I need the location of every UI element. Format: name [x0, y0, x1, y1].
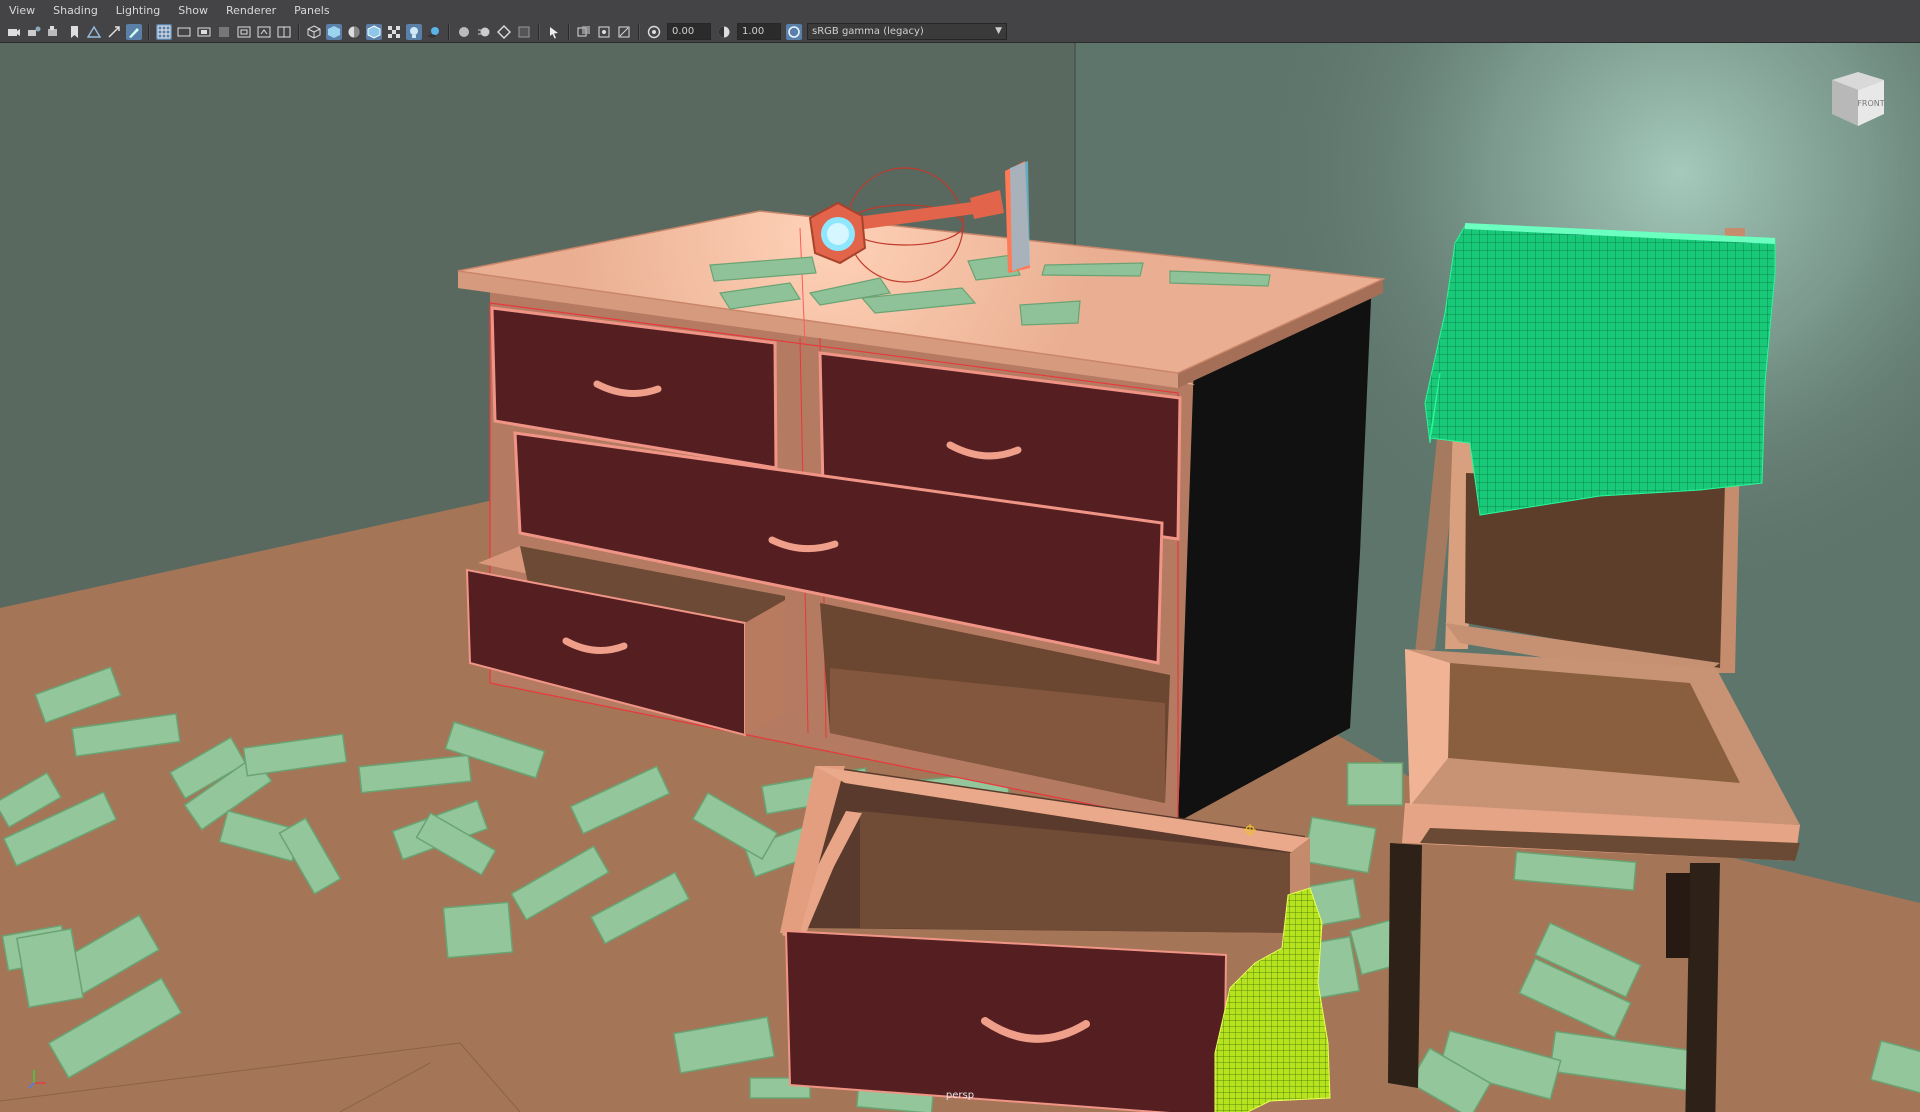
toolbar-separator [538, 23, 540, 40]
paper-sheet [442, 901, 514, 959]
bookmark-icon[interactable] [66, 24, 82, 40]
toolbar-separator [448, 23, 450, 40]
panel-menu-bar: View Shading Lighting Show Renderer Pane… [0, 0, 1920, 22]
shadows-icon[interactable] [426, 24, 442, 40]
viewcube-front-label: FRONT [1857, 99, 1884, 108]
field-chart-icon[interactable] [236, 24, 252, 40]
toolbar-separator [298, 23, 300, 40]
bookmark-camera-icon[interactable] [46, 24, 62, 40]
depth-of-field-icon[interactable] [516, 24, 532, 40]
smooth-shade-icon[interactable] [326, 23, 342, 40]
exposure-icon[interactable] [646, 24, 662, 40]
axis-gizmo [28, 1070, 46, 1089]
wireframe-on-shaded-icon[interactable] [366, 23, 382, 40]
default-material-icon[interactable] [346, 24, 362, 40]
gate-mask-icon[interactable] [216, 24, 232, 40]
lights-icon[interactable] [406, 23, 422, 40]
anti-aliasing-icon[interactable] [496, 24, 512, 40]
menu-view[interactable]: View [0, 0, 44, 21]
gamma-icon[interactable] [716, 24, 732, 40]
paper-sheet [1346, 762, 1404, 806]
panel-toolbar: 0.00 1.00 sRGB gamma (legacy) ▼ [0, 21, 1920, 43]
camera-name-label: persp [945, 1090, 975, 1101]
toolbar-separator [638, 23, 640, 40]
safe-action-icon[interactable] [256, 24, 272, 40]
xray-icon[interactable] [576, 24, 592, 40]
menu-lighting[interactable]: Lighting [107, 0, 169, 21]
isolate-select-icon[interactable] [546, 24, 562, 40]
color-management-icon[interactable] [786, 23, 802, 40]
wireframe-icon[interactable] [306, 24, 322, 40]
chevron-down-icon: ▼ [995, 26, 1002, 36]
toolbar-separator [148, 23, 150, 40]
view-transform-dropdown[interactable]: sRGB gamma (legacy) ▼ [807, 23, 1007, 40]
grid-icon[interactable] [156, 23, 172, 40]
view-cube[interactable]: FRONT [1828, 68, 1888, 128]
cloth-draped-on-chair [1424, 223, 1776, 516]
image-plane-icon[interactable] [86, 24, 102, 40]
motion-blur-icon[interactable] [476, 24, 492, 40]
menu-shading[interactable]: Shading [44, 0, 107, 21]
xray-joints-icon[interactable] [616, 24, 632, 40]
menu-renderer[interactable]: Renderer [217, 0, 285, 21]
film-gate-icon[interactable] [176, 24, 192, 40]
toolbar-separator [568, 23, 570, 40]
gamma-field[interactable]: 1.00 [737, 23, 781, 40]
2d-pan-zoom-icon[interactable] [106, 24, 122, 40]
textured-icon[interactable] [386, 24, 402, 40]
menu-show[interactable]: Show [169, 0, 217, 21]
select-camera-icon[interactable] [6, 24, 22, 40]
screen-space-ao-icon[interactable] [456, 24, 472, 40]
exposure-field[interactable]: 0.00 [667, 23, 711, 40]
scene-render [0, 43, 1920, 1112]
camera-attributes-icon[interactable] [26, 24, 42, 40]
3d-viewport[interactable]: FRONT persp [0, 43, 1920, 1112]
grease-pencil-icon[interactable] [126, 23, 142, 40]
xray-active-components-icon[interactable] [596, 24, 612, 40]
maya-viewport-panel: View Shading Lighting Show Renderer Pane… [0, 0, 1920, 1112]
menu-panels[interactable]: Panels [285, 0, 338, 21]
paper-sheet [15, 927, 85, 1009]
view-transform-value: sRGB gamma (legacy) [812, 26, 924, 37]
resolution-gate-icon[interactable] [196, 24, 212, 40]
safe-title-icon[interactable] [276, 24, 292, 40]
